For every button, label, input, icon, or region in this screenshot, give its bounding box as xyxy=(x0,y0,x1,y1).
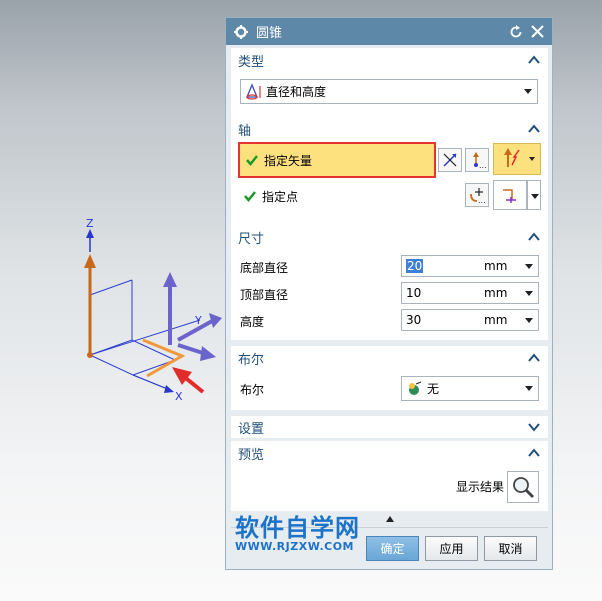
dialog-title: 圆锥 xyxy=(256,26,283,41)
vector-dialog-icon xyxy=(443,153,457,167)
chevron-down-icon xyxy=(528,423,540,432)
vector-dialog-button[interactable] xyxy=(438,148,462,172)
preview-section-header[interactable]: 预览 xyxy=(231,441,548,465)
specify-vector-row[interactable]: 指定矢量 xyxy=(238,142,436,178)
boolean-section: 布尔 布尔 无 xyxy=(231,346,548,410)
specify-point-label: 指定点 xyxy=(262,189,299,204)
chevron-up-icon xyxy=(528,124,540,133)
top-diameter-input[interactable]: 10 mm xyxy=(401,282,539,304)
top-diameter-unit: mm xyxy=(484,286,508,300)
show-result-button[interactable] xyxy=(507,471,539,503)
dimensions-section: 尺寸 底部直径 20 mm 顶部直径 10 mm 高度 30 mm xyxy=(231,225,548,340)
chevron-down-icon xyxy=(531,194,539,199)
vector-type-icon xyxy=(504,148,520,167)
chevron-down-icon xyxy=(524,89,532,94)
chevron-down-icon xyxy=(529,157,535,161)
bottom-diameter-input[interactable]: 20 mm xyxy=(401,255,539,277)
inferred-vector-button[interactable]: ... xyxy=(465,148,489,172)
bottom-diameter-unit: mm xyxy=(484,259,508,273)
chevron-down-icon xyxy=(525,264,533,269)
boolean-section-header[interactable]: 布尔 xyxy=(231,346,548,370)
cancel-button[interactable]: 取消 xyxy=(484,536,537,561)
reset-icon[interactable] xyxy=(507,23,525,41)
type-section-title: 类型 xyxy=(238,54,265,70)
boolean-section-title: 布尔 xyxy=(238,352,265,368)
cancel-button-label: 取消 xyxy=(498,542,523,556)
apply-button-label: 应用 xyxy=(439,542,464,556)
type-section: 类型 直径和高度 xyxy=(231,48,548,124)
vector-type-dropdown[interactable] xyxy=(493,143,541,175)
height-label: 高度 xyxy=(240,315,265,329)
chevron-down-icon xyxy=(525,291,533,296)
boolean-dropdown[interactable]: 无 xyxy=(401,376,539,401)
dialog-titlebar: 圆锥 xyxy=(226,18,552,45)
boolean-selected-value: 无 xyxy=(427,382,440,396)
x-axis-label: X xyxy=(175,390,183,403)
specify-vector-label: 指定矢量 xyxy=(264,153,313,168)
boolean-none-icon xyxy=(409,381,422,395)
point-type-icon xyxy=(503,189,516,203)
watermark-main-text: 软件自学网 xyxy=(235,514,360,542)
dimensions-section-header[interactable]: 尺寸 xyxy=(231,225,548,249)
cone-dialog: 圆锥 类型 直径和高度 轴 指定矢量 ... 指定点 ... 尺寸 底部直径 2… xyxy=(225,17,553,570)
check-icon xyxy=(244,191,256,202)
point-dialog-button[interactable]: ... xyxy=(465,183,489,207)
chevron-up-icon xyxy=(528,353,540,362)
bottom-diameter-value: 20 xyxy=(406,259,424,273)
height-input[interactable]: 30 mm xyxy=(401,309,539,331)
preview-section: 预览 显示结果 xyxy=(231,441,548,511)
type-selected-value: 直径和高度 xyxy=(266,85,327,99)
apply-button[interactable]: 应用 xyxy=(425,536,478,561)
top-diameter-label: 顶部直径 xyxy=(240,288,289,302)
chevron-up-icon xyxy=(528,232,540,241)
magnifier-icon xyxy=(513,477,535,499)
show-result-label: 显示结果 xyxy=(456,480,505,494)
specify-point-row[interactable]: 指定点 xyxy=(238,182,436,210)
settings-section: 设置 xyxy=(231,416,548,438)
height-value: 30 xyxy=(406,313,422,327)
svg-text:...: ... xyxy=(478,196,486,204)
z-axis-arrow xyxy=(84,254,96,268)
axis-section-title: 轴 xyxy=(238,123,252,139)
inferred-vector-icon: ... xyxy=(473,152,486,169)
cone-type-icon xyxy=(246,82,261,100)
point-type-button[interactable] xyxy=(493,180,527,210)
point-type-dropdown[interactable] xyxy=(527,180,541,210)
chevron-down-icon xyxy=(525,318,533,323)
point-dialog-icon: ... xyxy=(470,188,486,204)
gear-icon[interactable] xyxy=(233,24,249,40)
axis-section: 轴 指定矢量 ... 指定点 ... xyxy=(231,117,548,233)
chevron-down-icon xyxy=(525,386,533,391)
bottom-diameter-label: 底部直径 xyxy=(240,261,289,275)
z-axis-label: Z xyxy=(86,217,94,230)
settings-section-header[interactable]: 设置 xyxy=(231,416,548,438)
preview-section-title: 预览 xyxy=(238,447,265,463)
top-diameter-value: 10 xyxy=(406,286,422,300)
chevron-up-icon xyxy=(528,448,540,457)
type-dropdown[interactable]: 直径和高度 xyxy=(240,79,538,104)
boolean-label: 布尔 xyxy=(240,383,265,397)
settings-section-title: 设置 xyxy=(238,421,265,437)
origin-point xyxy=(87,352,93,358)
dimensions-section-title: 尺寸 xyxy=(238,231,265,247)
axis-section-header[interactable]: 轴 xyxy=(231,117,548,141)
watermark-url-text: WWW.RJZXW.COM xyxy=(235,540,354,553)
type-section-header[interactable]: 类型 xyxy=(231,48,548,72)
svg-text:...: ... xyxy=(479,161,486,169)
watermark: 软件自学网 WWW.RJZXW.COM xyxy=(235,508,385,554)
height-unit: mm xyxy=(484,313,508,327)
check-icon xyxy=(246,155,258,166)
close-icon[interactable] xyxy=(528,23,546,41)
chevron-up-icon xyxy=(528,55,540,64)
collapse-triangle-icon[interactable] xyxy=(385,515,395,523)
